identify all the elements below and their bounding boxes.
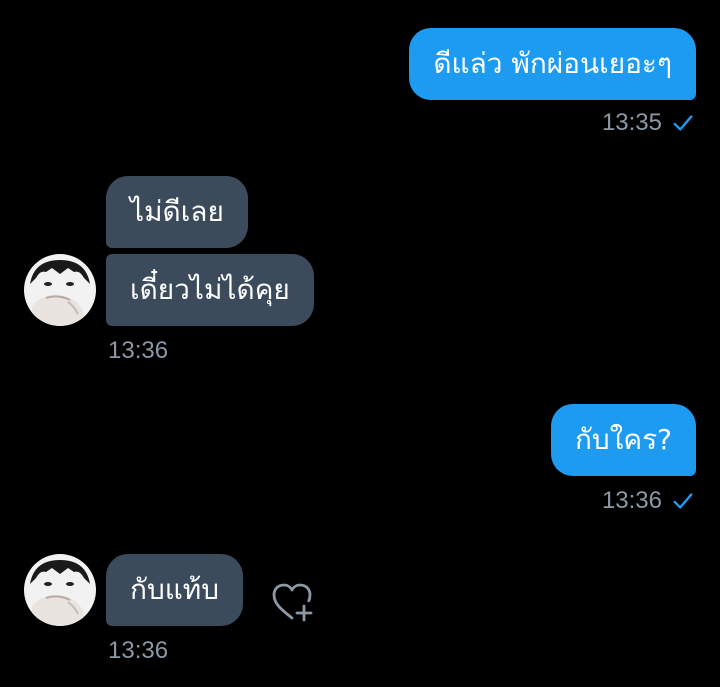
message-bubble-incoming[interactable]: ไม่ดีเลย bbox=[106, 176, 248, 248]
message-meta: 13:36 bbox=[602, 486, 694, 516]
timestamp: 13:36 bbox=[601, 487, 662, 514]
message-text: กับแท้บ bbox=[130, 573, 220, 606]
message-bubble-incoming[interactable]: เดี๋ยวไม่ได้คุย bbox=[106, 254, 314, 326]
avatar-image bbox=[24, 554, 96, 626]
check-icon bbox=[673, 493, 693, 509]
timestamp: 13:35 bbox=[601, 109, 662, 136]
message-meta: 13:36 bbox=[108, 636, 168, 666]
message-meta: 13:35 bbox=[602, 108, 694, 138]
message-bubble-incoming[interactable]: กับแท้บ bbox=[106, 554, 244, 626]
avatar[interactable] bbox=[24, 554, 96, 626]
heart-plus-icon[interactable] bbox=[268, 578, 316, 626]
message-text: ดีแล่ว พักผ่อนเยอะๆ bbox=[433, 47, 672, 80]
message-meta: 13:36 bbox=[108, 336, 168, 366]
timestamp: 13:36 bbox=[108, 637, 169, 664]
timestamp: 13:36 bbox=[108, 337, 169, 364]
message-text: เดี๋ยวไม่ได้คุย bbox=[130, 273, 290, 306]
message-bubble-outgoing[interactable]: ดีแล่ว พักผ่อนเยอะๆ bbox=[409, 28, 696, 100]
message-bubble-outgoing[interactable]: กับใคร? bbox=[550, 404, 696, 476]
avatar[interactable] bbox=[24, 254, 96, 326]
check-icon bbox=[673, 115, 693, 131]
avatar-image bbox=[24, 254, 96, 326]
message-text: กับใคร? bbox=[574, 423, 672, 456]
message-text: ไม่ดีเลย bbox=[130, 195, 224, 228]
